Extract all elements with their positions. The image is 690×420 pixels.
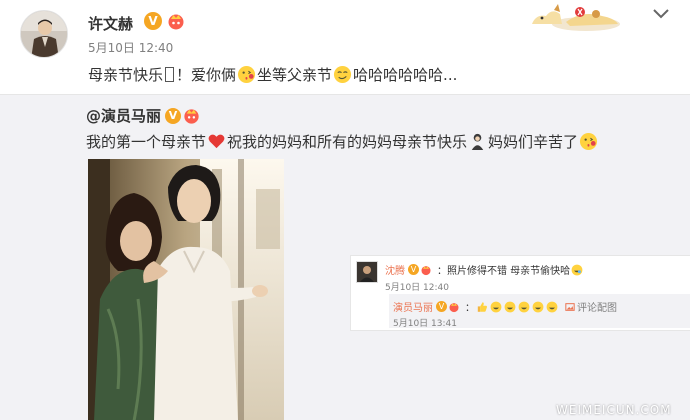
- laugh-emoji-icon: [532, 301, 544, 313]
- member-crown-icon: [448, 301, 460, 313]
- post-text-part: 母亲节快乐: [88, 66, 164, 84]
- kiss-emoji-icon: [237, 65, 256, 84]
- dog-sticker-icon: [526, 0, 630, 32]
- kiss-emoji-icon: [579, 132, 598, 151]
- laugh-emoji-icon: [490, 301, 502, 313]
- member-crown-icon: [182, 106, 201, 125]
- laugh-emoji-icon: [518, 301, 530, 313]
- heart-icon: [207, 132, 226, 151]
- laugh-emoji-icon: [504, 301, 516, 313]
- reply-timestamp: 5月10日 13:41: [393, 319, 457, 329]
- verified-badge-icon: V: [436, 301, 447, 312]
- member-crown-icon: [166, 11, 186, 31]
- repost-author-link[interactable]: @演员马丽: [86, 105, 161, 126]
- missing-glyph-icon: [165, 67, 175, 82]
- image-icon: [565, 302, 575, 311]
- reply-text: ：: [465, 303, 475, 314]
- commenter-avatar[interactable]: [356, 261, 378, 283]
- repost-author-row: @演员马丽 V: [86, 105, 202, 126]
- comment-row: 沈腾 V ：照片修得不错 母亲节偷快哈: [385, 262, 584, 277]
- mother-figure-icon: [468, 132, 487, 151]
- post-timestamp[interactable]: 5月10日 12:40: [88, 39, 173, 56]
- chevron-down-icon[interactable]: [650, 6, 672, 22]
- verified-badge-icon: V: [144, 12, 162, 30]
- comment-image-label: 评论配图: [577, 303, 617, 314]
- verified-badge-icon: V: [408, 264, 419, 275]
- repost-text-part: 祝我的妈妈和所有的妈妈母亲节快乐: [227, 133, 468, 151]
- post-text-part: 哈哈哈哈哈哈...: [353, 66, 458, 84]
- commenter-name[interactable]: 沈腾: [385, 262, 405, 277]
- author-name[interactable]: 许文赫: [88, 13, 133, 34]
- author-avatar[interactable]: [20, 10, 68, 58]
- replier-name[interactable]: 演员马丽: [393, 299, 433, 314]
- repost-text: 我的第一个母亲节 祝我的妈妈和所有的妈妈母亲节快乐 妈妈们辛苦了: [86, 131, 599, 152]
- post-card: 许文赫 V 5月10日 12:40 母亲节快乐 ！爱你俩 坐等父亲节 哈哈哈哈哈…: [0, 0, 690, 94]
- reply-card: 演员马丽 V ： 评论配图 5月10日 13:41: [389, 294, 690, 329]
- repost-text-part: 我的第一个母亲节: [86, 133, 207, 151]
- comment-card: 沈腾 V ：照片修得不错 母亲节偷快哈 5月10日 12:40 演员马丽 V ：: [350, 255, 690, 331]
- post-text-part: 坐等父亲节: [257, 66, 333, 84]
- smirk-emoji-icon: [333, 65, 352, 84]
- repost-text-part: 妈妈们辛苦了: [488, 133, 579, 151]
- reply-row: 演员马丽 V ： 评论配图: [393, 299, 617, 314]
- verified-badge-icon: V: [165, 107, 182, 124]
- laugh-emoji-icon: [571, 264, 583, 276]
- post-text-part: ！爱你俩: [176, 66, 237, 84]
- watermark: WEIMEICUN.COM: [556, 403, 672, 417]
- comment-image-link[interactable]: 评论配图: [565, 299, 617, 314]
- laugh-emoji-icon: [546, 301, 558, 313]
- comment-timestamp: 5月10日 12:40: [385, 283, 449, 293]
- post-photo[interactable]: [88, 159, 284, 420]
- repost-card: @演员马丽 V 我的第一个母亲节 祝我的妈妈和所有的妈妈母亲节快乐 妈妈们辛苦了: [0, 94, 690, 420]
- post-text: 母亲节快乐 ！爱你俩 坐等父亲节 哈哈哈哈哈哈...: [88, 64, 457, 85]
- member-crown-icon: [420, 264, 432, 276]
- comment-text: ：照片修得不错 母亲节偷快哈: [437, 266, 571, 277]
- thumbs-up-icon: [476, 301, 488, 313]
